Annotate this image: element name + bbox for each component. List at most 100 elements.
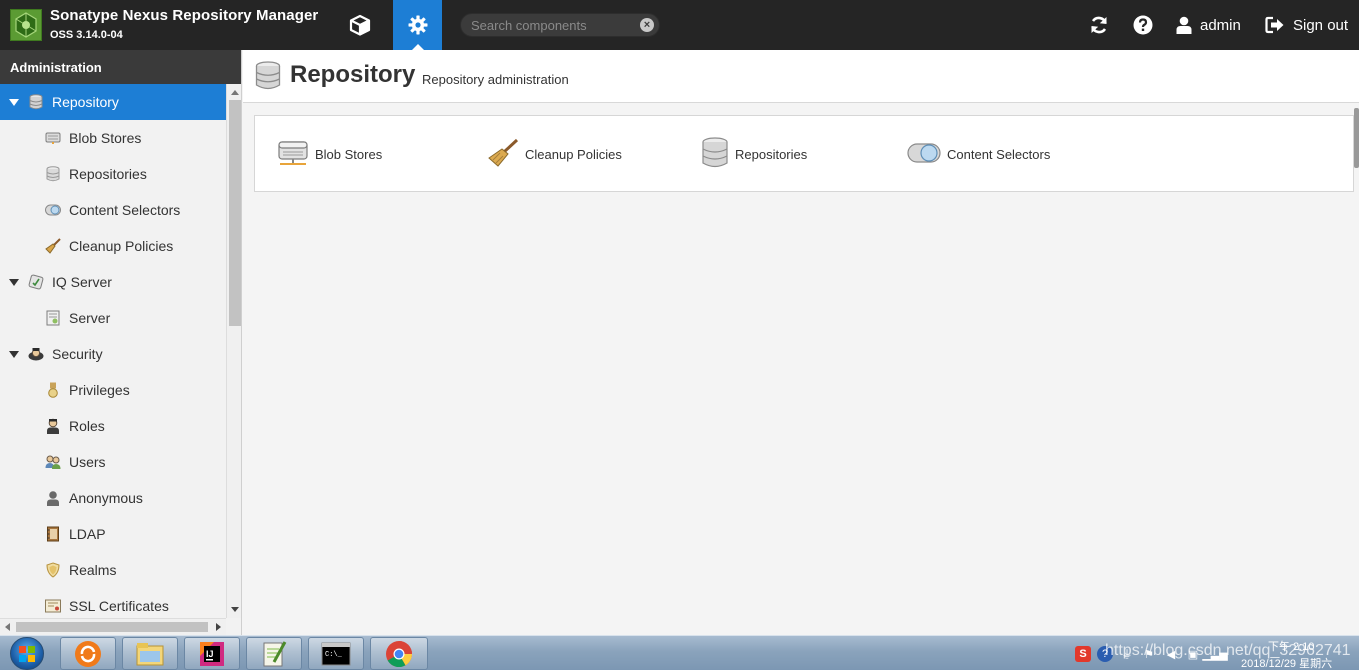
- sidebar-item-label: Anonymous: [69, 490, 143, 506]
- orange-sync-app-icon: [75, 640, 101, 667]
- content-selector-icon: [45, 202, 61, 218]
- server-doc-icon: [45, 310, 61, 326]
- taskbar-app-intellij[interactable]: IJ: [184, 637, 240, 670]
- page-header: Repository Repository administration: [243, 50, 1359, 103]
- scroll-up-arrow-icon[interactable]: [231, 90, 239, 95]
- notepad-plus-icon: [263, 640, 287, 666]
- sidebar-title: Administration: [0, 50, 241, 84]
- sidebar-item-label: LDAP: [69, 526, 106, 542]
- iq-server-icon: [28, 274, 44, 290]
- page-title: Repository: [290, 61, 416, 88]
- clock-date[interactable]: 2018/12/29 星期六: [1241, 655, 1332, 670]
- address-book-icon: [45, 526, 61, 542]
- sidebar-item-iq-server[interactable]: IQ Server: [0, 264, 226, 300]
- taskbar-app-chrome[interactable]: [370, 637, 428, 670]
- expand-arrow-icon[interactable]: [9, 350, 19, 358]
- page-subtitle: Repository administration: [422, 72, 569, 87]
- sidebar-item-blob-stores[interactable]: Blob Stores: [0, 120, 226, 156]
- sidebar-item-label: Repository: [52, 94, 119, 110]
- feature-label: Content Selectors: [947, 147, 1051, 162]
- feature-repositories[interactable]: Repositories: [701, 116, 807, 193]
- browse-mode-button[interactable]: [336, 0, 384, 50]
- refresh-icon: [1091, 16, 1107, 34]
- feature-label: Cleanup Policies: [525, 147, 622, 162]
- taskbar-app-cmd[interactable]: C:\_: [308, 637, 364, 670]
- sidebar-item-anonymous[interactable]: Anonymous: [0, 480, 226, 516]
- app-version: OSS 3.14.0-04: [50, 29, 123, 41]
- sidebar-item-label: Users: [69, 454, 106, 470]
- input-method-icon[interactable]: S: [1075, 646, 1091, 662]
- taskbar-app-explorer[interactable]: [122, 637, 178, 670]
- sidebar-item-security[interactable]: Security: [0, 336, 226, 372]
- sidebar-item-roles[interactable]: Roles: [0, 408, 226, 444]
- scrollbar-thumb[interactable]: [229, 100, 241, 326]
- sidebar-item-privileges[interactable]: Privileges: [0, 372, 226, 408]
- gear-icon: [408, 15, 427, 35]
- scroll-down-arrow-icon[interactable]: [231, 607, 239, 612]
- sidebar-item-label: Realms: [69, 562, 117, 578]
- user-menu-button[interactable]: admin: [1176, 0, 1251, 50]
- nexus-logo-icon[interactable]: [10, 9, 42, 41]
- feature-label: Blob Stores: [315, 147, 383, 162]
- intellij-icon: IJ: [200, 641, 224, 666]
- start-button[interactable]: [10, 637, 44, 670]
- search-input[interactable]: [471, 17, 636, 34]
- database-icon: [701, 137, 729, 172]
- sidebar-item-repositories[interactable]: Repositories: [0, 156, 226, 192]
- security-badge-icon: [28, 346, 44, 362]
- refresh-button[interactable]: [1084, 0, 1114, 50]
- windows-taskbar: IJ C:\_ S ? ⏚ ⚑ ◀ ▣ ▁▃▅ https://blog.csd…: [0, 635, 1359, 670]
- admin-sidebar: Administration Repository Blob Stores Re…: [0, 50, 242, 635]
- blob-store-icon: [277, 139, 309, 170]
- feature-content-selectors[interactable]: Content Selectors: [907, 116, 1050, 193]
- content-selector-icon: [907, 142, 941, 167]
- scrollbar-thumb[interactable]: [16, 622, 208, 632]
- role-icon: [45, 418, 61, 434]
- sidebar-item-label: Server: [69, 310, 111, 326]
- sidebar-item-cleanup-policies[interactable]: Cleanup Policies: [0, 228, 226, 264]
- sidebar-item-realms[interactable]: Realms: [0, 552, 226, 588]
- blob-store-icon: [45, 130, 61, 146]
- help-icon: [1133, 15, 1153, 35]
- user-icon: [1176, 16, 1192, 34]
- sidebar-item-users[interactable]: Users: [0, 444, 226, 480]
- command-prompt-icon: C:\_: [321, 642, 351, 665]
- help-button[interactable]: [1128, 0, 1158, 50]
- sidebar-item-server[interactable]: Server: [0, 300, 226, 336]
- certificate-icon: [45, 598, 61, 614]
- broom-icon: [487, 138, 519, 171]
- cube-icon: [349, 14, 371, 36]
- username-label: admin: [1200, 16, 1241, 34]
- scroll-left-arrow-icon[interactable]: [5, 623, 10, 631]
- taskbar-app-notepad-plus[interactable]: [246, 637, 302, 670]
- sidebar-vertical-scrollbar[interactable]: [226, 84, 241, 618]
- sidebar-horizontal-scrollbar[interactable]: [0, 618, 226, 635]
- sidebar-item-label: Security: [52, 346, 103, 362]
- sidebar-item-repository[interactable]: Repository: [0, 84, 226, 120]
- sidebar-item-ssl-certificates[interactable]: SSL Certificates: [0, 588, 226, 618]
- feature-label: Repositories: [735, 147, 808, 162]
- taskbar-app-sync[interactable]: [60, 637, 116, 670]
- feature-cleanup-policies[interactable]: Cleanup Policies: [487, 116, 622, 193]
- sign-out-button[interactable]: Sign out: [1265, 0, 1355, 50]
- clock-time[interactable]: 下午 2:10: [1268, 638, 1314, 654]
- windows-logo-icon: [19, 646, 35, 662]
- person-icon: [45, 490, 61, 506]
- main-scrollbar-thumb[interactable]: [1354, 108, 1359, 168]
- shield-icon: [45, 562, 61, 578]
- expand-arrow-icon[interactable]: [9, 278, 19, 286]
- svg-text:IJ: IJ: [206, 649, 214, 659]
- sidebar-item-label: Repositories: [69, 166, 147, 182]
- feature-blob-stores[interactable]: Blob Stores: [277, 116, 382, 193]
- admin-mode-button[interactable]: [393, 0, 442, 50]
- scroll-right-arrow-icon[interactable]: [216, 623, 221, 631]
- expand-arrow-icon[interactable]: [9, 98, 19, 106]
- database-icon: [255, 61, 281, 96]
- system-tray: S ? ⏚ ⚑ ◀ ▣ ▁▃▅ https://blog.csdn.net/qq…: [1075, 636, 1359, 670]
- clear-search-icon[interactable]: ×: [640, 18, 654, 32]
- sidebar-item-label: IQ Server: [52, 274, 112, 290]
- sidebar-item-content-selectors[interactable]: Content Selectors: [0, 192, 226, 228]
- sidebar-item-ldap[interactable]: LDAP: [0, 516, 226, 552]
- chrome-icon: [386, 640, 413, 667]
- svg-text:C:\_: C:\_: [325, 651, 343, 659]
